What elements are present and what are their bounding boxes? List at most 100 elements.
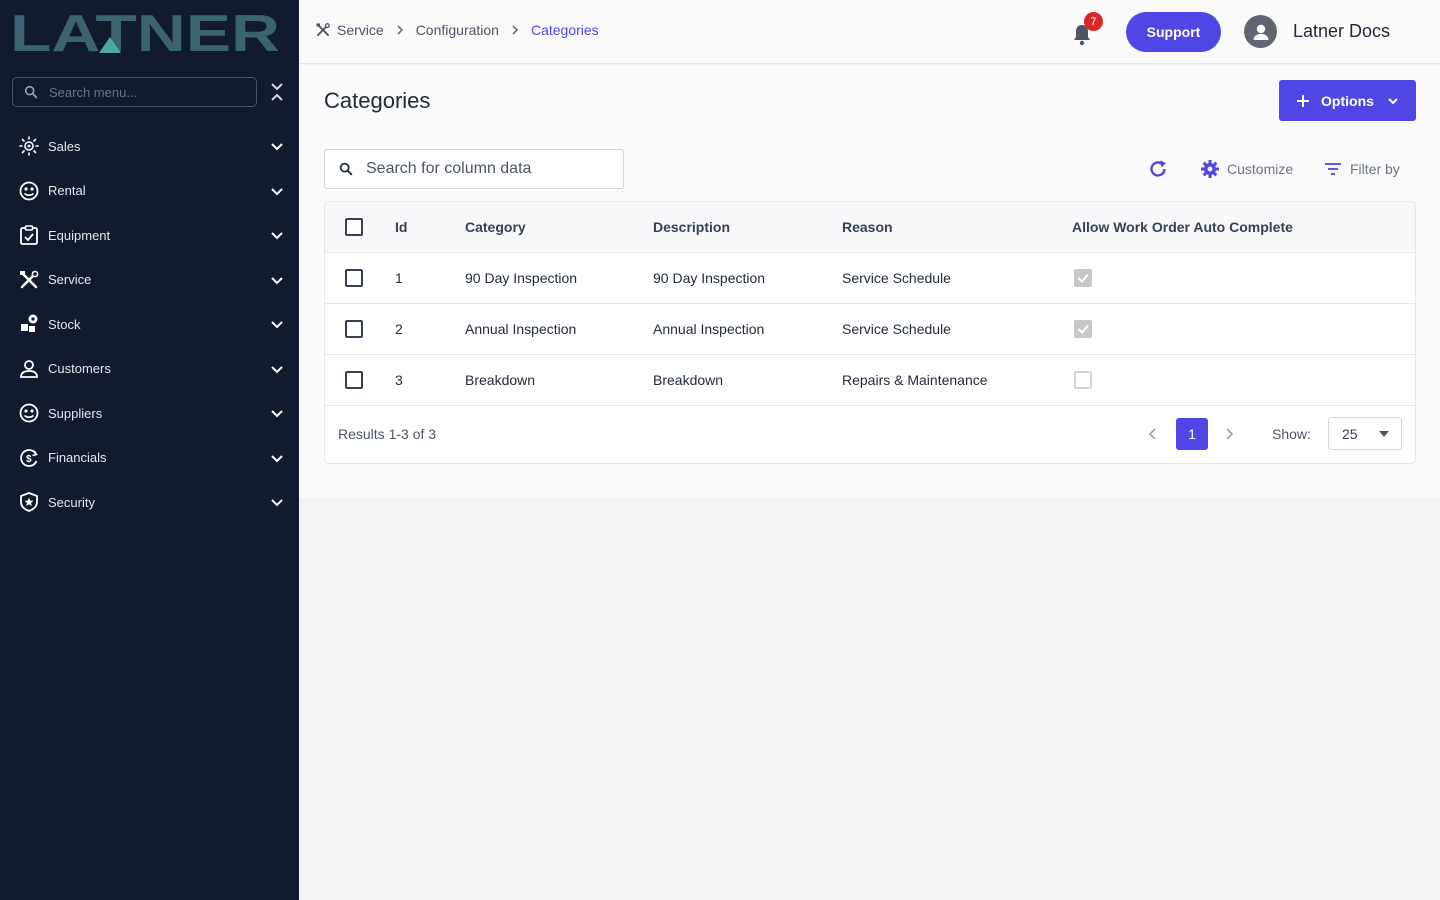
page-button[interactable]: 1: [1176, 418, 1208, 450]
cell-description: Annual Inspection: [653, 321, 765, 337]
user-icon: [1253, 24, 1268, 40]
filter-label: Filter by: [1350, 161, 1400, 177]
service-icon: [18, 269, 40, 291]
stock-icon: [18, 313, 40, 335]
row-select-checkbox[interactable]: [345, 269, 363, 287]
rental-icon: [18, 180, 40, 202]
page-size-value: 25: [1342, 425, 1358, 442]
sidebar-item-label: Customers: [48, 361, 111, 377]
row-select-checkbox[interactable]: [345, 320, 363, 338]
categories-table: Id Category Description Reason Allow Wor…: [324, 201, 1416, 464]
table-row[interactable]: 3 Breakdown Breakdown Repairs & Maintena…: [325, 355, 1415, 406]
sidebar-item-label: Suppliers: [48, 405, 103, 421]
row-select-checkbox[interactable]: [345, 371, 363, 389]
breadcrumb-configuration[interactable]: Configuration: [416, 22, 499, 38]
search-icon: [338, 161, 354, 177]
previous-page-button[interactable]: [1145, 426, 1161, 442]
financials-icon: $: [18, 447, 40, 469]
page-size-label: Show:: [1272, 426, 1311, 442]
options-button[interactable]: Options: [1279, 80, 1416, 121]
page-size-select[interactable]: 25: [1328, 417, 1402, 450]
next-page-button[interactable]: [1221, 426, 1237, 442]
chevron-down-icon: [1386, 94, 1400, 108]
menu-search: [12, 77, 257, 107]
user-name[interactable]: Latner Docs: [1293, 21, 1390, 42]
options-label: Options: [1321, 92, 1374, 109]
sidebar-item-customers[interactable]: Customers: [0, 347, 299, 392]
sidebar-item-equipment[interactable]: Equipment: [0, 213, 299, 258]
column-search: [324, 149, 624, 189]
support-button[interactable]: Support: [1126, 12, 1221, 52]
sidebar-item-label: Security: [48, 494, 95, 510]
sidebar-item-suppliers[interactable]: Suppliers: [0, 391, 299, 436]
chevron-down-icon: [269, 138, 285, 154]
column-header-category[interactable]: Category: [465, 219, 526, 235]
sidebar-item-financials[interactable]: $ Financials: [0, 436, 299, 481]
chevron-down-icon: [269, 361, 285, 377]
cell-reason: Repairs & Maintenance: [842, 372, 988, 388]
column-header-description[interactable]: Description: [653, 219, 730, 235]
cell-description: Breakdown: [653, 372, 724, 388]
latner-logo[interactable]: LATNER: [10, 10, 282, 54]
avatar[interactable]: [1244, 15, 1277, 48]
check-icon: [1077, 273, 1089, 283]
svg-text:LATNER: LATNER: [10, 10, 280, 54]
chevron-down-icon: [269, 183, 285, 199]
sidebar: LATNER Sales Rental Equipment Service: [0, 0, 299, 900]
sidebar-item-label: Sales: [48, 138, 81, 154]
sidebar-item-sales[interactable]: Sales: [0, 124, 299, 169]
cell-description: 90 Day Inspection: [653, 270, 766, 286]
cell-category: 90 Day Inspection: [465, 270, 578, 286]
column-header-auto-complete[interactable]: Allow Work Order Auto Complete: [1072, 219, 1293, 235]
main-content: Categories Options Customize Filter by I…: [299, 65, 1440, 498]
auto-complete-checkbox: [1074, 320, 1092, 338]
sidebar-item-rental[interactable]: Rental: [0, 169, 299, 214]
chevron-right-icon: [1226, 428, 1234, 440]
menu-search-input[interactable]: [49, 84, 239, 100]
sidebar-nav: Sales Rental Equipment Service Stock Cus…: [0, 124, 299, 525]
cell-reason: Service Schedule: [842, 270, 951, 286]
chevron-left-icon: [1148, 428, 1156, 440]
select-all-checkbox[interactable]: [345, 218, 363, 236]
cell-category: Breakdown: [465, 372, 536, 388]
chevron-down-icon: [269, 316, 285, 332]
filter-icon: [1323, 159, 1343, 179]
svg-text:$: $: [26, 454, 32, 465]
refresh-button[interactable]: [1147, 158, 1169, 180]
sidebar-item-service[interactable]: Service: [0, 258, 299, 303]
suppliers-icon: [18, 402, 40, 424]
breadcrumb-service[interactable]: Service: [337, 22, 384, 38]
table-row[interactable]: 1 90 Day Inspection 90 Day Inspection Se…: [325, 253, 1415, 304]
chevron-right-icon: [508, 23, 522, 37]
sidebar-item-stock[interactable]: Stock: [0, 302, 299, 347]
sidebar-item-label: Equipment: [48, 227, 111, 243]
notification-badge: 7: [1084, 12, 1103, 31]
cell-id: 2: [395, 321, 403, 337]
sidebar-item-label: Stock: [48, 316, 81, 332]
gear-icon: [1200, 159, 1220, 179]
collapse-sidebar-button[interactable]: [268, 82, 286, 102]
sidebar-item-label: Rental: [48, 183, 86, 199]
column-search-input[interactable]: [366, 160, 616, 178]
shield-icon: [18, 491, 40, 513]
service-icon: [315, 22, 331, 38]
cell-id: 1: [395, 270, 403, 286]
collapse-icon: [271, 83, 283, 101]
breadcrumb: Service Configuration Categories: [315, 22, 599, 38]
equipment-icon: [18, 224, 40, 246]
chevron-down-icon: [269, 450, 285, 466]
sidebar-item-label: Financials: [48, 450, 107, 466]
filter-by-button[interactable]: Filter by: [1323, 159, 1400, 179]
caret-down-icon: [1379, 431, 1389, 437]
table-row[interactable]: 2 Annual Inspection Annual Inspection Se…: [325, 304, 1415, 355]
customize-label: Customize: [1227, 161, 1294, 177]
cell-id: 3: [395, 372, 403, 388]
column-header-id[interactable]: Id: [395, 219, 407, 235]
auto-complete-checkbox: [1074, 371, 1092, 389]
cell-reason: Service Schedule: [842, 321, 951, 337]
customize-button[interactable]: Customize: [1200, 159, 1293, 179]
table-header: Id Category Description Reason Allow Wor…: [325, 202, 1415, 253]
sidebar-item-security[interactable]: Security: [0, 480, 299, 525]
column-header-reason[interactable]: Reason: [842, 219, 893, 235]
auto-complete-checkbox: [1074, 269, 1092, 287]
